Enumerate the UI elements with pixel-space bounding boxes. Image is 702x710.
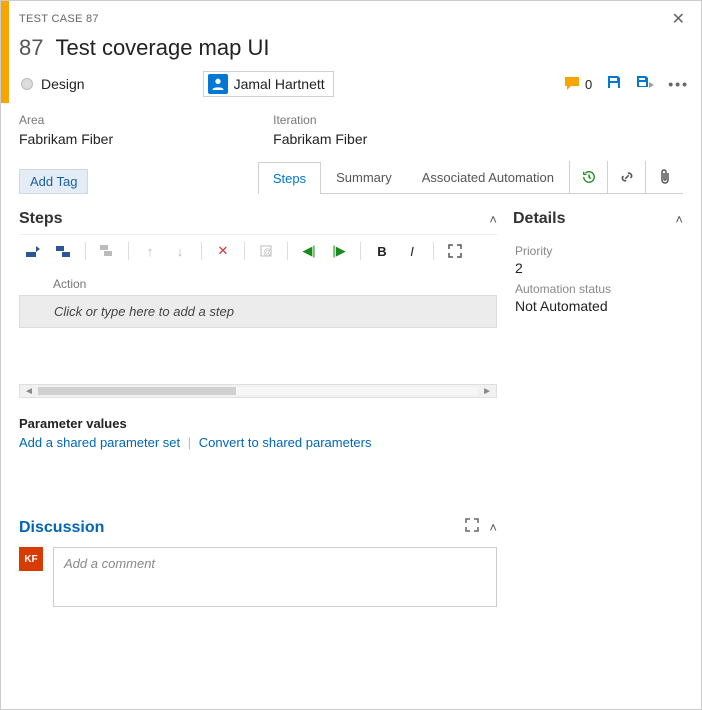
iteration-label: Iteration (273, 113, 367, 127)
more-actions-icon[interactable]: ••• (668, 76, 689, 92)
comment-placeholder: Add a comment (64, 556, 155, 571)
close-icon[interactable]: ✕ (668, 9, 689, 29)
area-field[interactable]: Area Fabrikam Fiber (19, 113, 113, 147)
scroll-right-icon[interactable]: ► (482, 386, 492, 397)
type-row: TEST CASE 87 ✕ (19, 9, 689, 29)
chevron-up-icon[interactable]: ˄ (489, 520, 497, 535)
details-column: Details ˄ Priority 2 Automation status N… (513, 204, 683, 607)
grid-column-header: Action (19, 273, 497, 295)
body: Area Fabrikam Fiber Iteration Fabrikam F… (1, 103, 701, 607)
separator (433, 242, 434, 260)
move-up-icon[interactable]: ↑ (139, 241, 161, 261)
bold-icon[interactable]: B (371, 241, 393, 261)
assignee-name: Jamal Hartnett (234, 76, 325, 92)
header-content: TEST CASE 87 ✕ 87 Test coverage map UI D… (9, 1, 701, 103)
separator (201, 242, 202, 260)
main-columns: Steps ˄ ↑ ↓ ✕ @ ◀| |▶ (19, 204, 683, 607)
tab-associated-automation[interactable]: Associated Automation (407, 161, 569, 193)
user-avatar: KF (19, 547, 43, 571)
work-item-type-label: TEST CASE 87 (19, 13, 99, 25)
attachments-icon[interactable] (645, 161, 683, 193)
work-item-dialog: TEST CASE 87 ✕ 87 Test coverage map UI D… (0, 0, 702, 710)
outdent-icon[interactable]: ◀| (298, 241, 320, 261)
iteration-value: Fabrikam Fiber (273, 131, 367, 147)
priority-value[interactable]: 2 (515, 260, 681, 276)
classification-row: Area Fabrikam Fiber Iteration Fabrikam F… (19, 113, 683, 147)
tab-steps[interactable]: Steps (258, 162, 321, 194)
separator (360, 242, 361, 260)
header-actions: 0 ••• (565, 74, 689, 95)
comment-count: 0 (585, 77, 592, 92)
add-tag-button[interactable]: Add Tag (19, 169, 88, 194)
scroll-track[interactable] (38, 387, 478, 395)
horizontal-scrollbar[interactable]: ◄ ► (19, 384, 497, 398)
insert-shared-step-icon[interactable] (53, 241, 75, 261)
scroll-left-icon[interactable]: ◄ (24, 386, 34, 397)
separator (287, 242, 288, 260)
chevron-up-icon[interactable]: ˄ (489, 212, 497, 227)
avatar-icon (208, 74, 228, 94)
fullscreen-icon[interactable] (444, 241, 466, 261)
state-dot-icon (21, 78, 33, 90)
tab-strip: Steps Summary Associated Automation (258, 161, 683, 194)
add-step-placeholder[interactable]: Click or type here to add a step (19, 295, 497, 328)
meta-row: Design Jamal Hartnett 0 (19, 71, 689, 97)
separator (128, 242, 129, 260)
move-down-icon[interactable]: ↓ (169, 241, 191, 261)
discussion-title: Discussion (19, 519, 104, 537)
comment-input[interactable]: Add a comment (53, 547, 497, 607)
automation-status-value[interactable]: Not Automated (515, 298, 681, 314)
details-body: Priority 2 Automation status Not Automat… (513, 234, 683, 322)
details-header: Details ˄ (513, 204, 683, 234)
steps-section-title: Steps (19, 210, 63, 228)
parameter-values-title: Parameter values (19, 416, 497, 431)
separator (244, 242, 245, 260)
discussion-section: Discussion ˄ KF Add a comment (19, 518, 497, 607)
delete-step-icon[interactable]: ✕ (212, 241, 234, 261)
steps-grid: Action Click or type here to add a step … (19, 273, 497, 398)
iteration-field[interactable]: Iteration Fabrikam Fiber (273, 113, 367, 147)
fullscreen-icon[interactable] (465, 518, 479, 537)
work-item-id: 87 (19, 35, 43, 61)
chevron-up-icon[interactable]: ˄ (675, 212, 683, 227)
state-label: Design (41, 76, 85, 92)
steps-header: Steps ˄ (19, 204, 497, 234)
accent-bar (1, 1, 9, 103)
area-label: Area (19, 113, 113, 127)
indent-icon[interactable]: |▶ (328, 241, 350, 261)
steps-toolbar: ↑ ↓ ✕ @ ◀| |▶ B I (19, 234, 497, 267)
links-icon[interactable] (607, 161, 645, 193)
parameter-links: Add a shared parameter set | Convert to … (19, 435, 497, 450)
automation-status-label: Automation status (515, 282, 681, 296)
assignee-picker[interactable]: Jamal Hartnett (203, 71, 334, 97)
discussion-tools: ˄ (465, 518, 497, 537)
insert-step-icon[interactable] (23, 241, 45, 261)
tab-summary[interactable]: Summary (321, 161, 407, 193)
comments-button[interactable]: 0 (565, 77, 592, 92)
separator (85, 242, 86, 260)
history-icon[interactable] (569, 161, 607, 193)
priority-label: Priority (515, 244, 681, 258)
convert-shared-parameters-link[interactable]: Convert to shared parameters (199, 435, 372, 450)
discussion-input-row: KF Add a comment (19, 547, 497, 607)
state-picker[interactable]: Design (21, 76, 85, 92)
save-close-icon[interactable] (636, 74, 654, 95)
title-row: 87 Test coverage map UI (19, 35, 689, 61)
steps-column: Steps ˄ ↑ ↓ ✕ @ ◀| |▶ (19, 204, 497, 607)
discussion-header: Discussion ˄ (19, 518, 497, 537)
scroll-thumb[interactable] (38, 387, 236, 395)
area-value: Fabrikam Fiber (19, 131, 113, 147)
work-item-title[interactable]: Test coverage map UI (55, 35, 269, 61)
italic-icon[interactable]: I (401, 241, 423, 261)
header: TEST CASE 87 ✕ 87 Test coverage map UI D… (1, 1, 701, 103)
tags-tabs-row: Add Tag Steps Summary Associated Automat… (19, 161, 683, 194)
details-section-title: Details (513, 210, 565, 228)
create-shared-steps-icon[interactable] (96, 241, 118, 261)
add-shared-parameter-link[interactable]: Add a shared parameter set (19, 435, 180, 450)
svg-text:@: @ (263, 247, 272, 257)
separator: | (188, 435, 191, 450)
save-icon[interactable] (606, 74, 622, 95)
insert-param-icon[interactable]: @ (255, 241, 277, 261)
